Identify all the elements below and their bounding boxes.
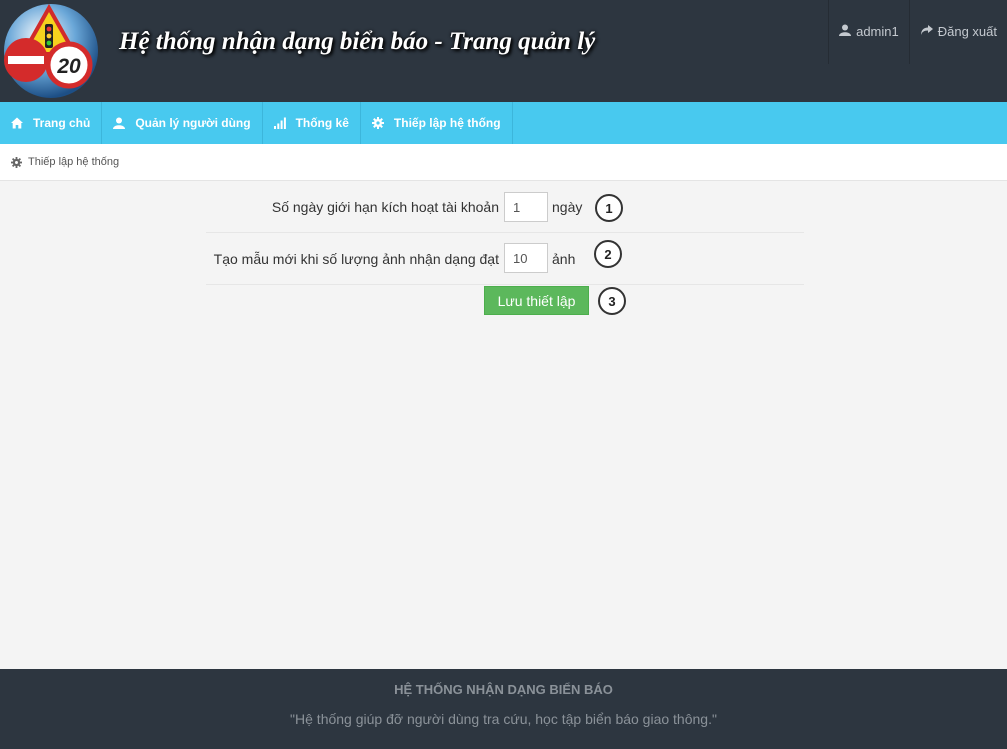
main-nav: Trang chủ Quản lý người dùng Thống kê Th… <box>0 102 1007 144</box>
header: 20 Hệ thống nhận dạng biển báo - Trang q… <box>0 0 1007 102</box>
logout-link[interactable]: Đăng xuất <box>908 0 1007 64</box>
user-account-link[interactable]: admin1 <box>828 0 909 64</box>
user-icon <box>839 24 852 36</box>
logout-label: Đăng xuất <box>937 24 997 39</box>
traffic-sign-logo[interactable]: 20 <box>2 2 100 100</box>
user-icon <box>113 117 126 129</box>
site-title: Hệ thống nhận dạng biển báo - Trang quản… <box>119 28 596 55</box>
home-icon <box>11 117 23 129</box>
settings-form: Số ngày giới hạn kích hoạt tài khoản ngà… <box>206 181 804 315</box>
nav-label-settings: Thiếp lập hệ thống <box>393 116 501 130</box>
logo-speed-text: 20 <box>56 55 81 78</box>
user-links: admin1 Đăng xuất <box>828 0 1007 64</box>
activation-days-label: Số ngày giới hạn kích hoạt tài khoản <box>271 199 499 215</box>
nav-item-statistics[interactable]: Thống kê <box>263 102 361 144</box>
nav-item-settings[interactable]: Thiếp lập hệ thống <box>361 102 513 144</box>
save-settings-button[interactable]: Lưu thiết lập <box>484 286 589 315</box>
footer-text: "Hệ thống giúp đỡ người dùng tra cứu, họ… <box>290 711 717 727</box>
activation-days-input[interactable] <box>504 192 548 222</box>
footer-title: HỆ THỐNG NHẬN DẠNG BIỂN BÁO <box>394 682 613 697</box>
nav-item-home[interactable]: Trang chủ <box>0 102 103 144</box>
gear-icon <box>11 156 22 168</box>
nav-item-users[interactable]: Quản lý người dùng <box>102 102 263 144</box>
nav-label-home: Trang chủ <box>33 116 91 130</box>
share-arrow-icon <box>920 25 933 35</box>
bar-chart-icon <box>273 117 286 129</box>
step-badge-2: 2 <box>594 240 622 268</box>
activation-days-unit: ngày <box>552 199 583 215</box>
nav-label-users: Quản lý người dùng <box>135 116 251 130</box>
sample-threshold-row: Tạo mẫu mới khi số lượng ảnh nhận dạng đ… <box>206 233 804 285</box>
activation-days-row: Số ngày giới hạn kích hoạt tài khoản ngà… <box>206 181 804 233</box>
step-badge-1: 1 <box>595 194 623 222</box>
nav-label-statistics: Thống kê <box>295 116 349 130</box>
sample-threshold-unit: ảnh <box>552 251 576 267</box>
sample-threshold-input[interactable] <box>504 243 548 273</box>
gear-icon <box>371 117 384 129</box>
footer: HỆ THỐNG NHẬN DẠNG BIỂN BÁO "Hệ thống gi… <box>0 669 1007 749</box>
step-badge-3: 3 <box>598 287 626 315</box>
breadcrumb: Thiếp lập hệ thống <box>0 144 1007 181</box>
user-name: admin1 <box>856 24 899 39</box>
breadcrumb-label: Thiếp lập hệ thống <box>28 156 120 168</box>
sample-threshold-label: Tạo mẫu mới khi số lượng ảnh nhận dạng đ… <box>213 251 499 267</box>
